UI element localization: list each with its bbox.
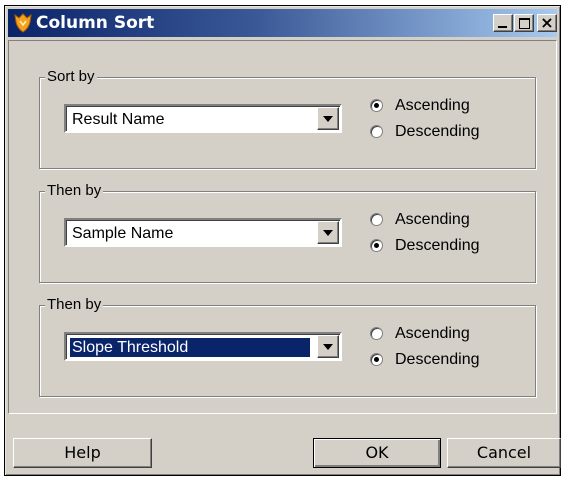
radio-dot [374,243,379,248]
radio-circle [370,99,383,112]
group-label: Then by [45,181,104,201]
radio-circle [370,239,383,252]
radio-dot [374,103,379,108]
app-shield-icon [14,13,32,33]
minimize-icon [498,26,507,28]
close-icon: × [540,13,554,32]
dropdown-button[interactable] [317,335,339,358]
radio-label: Ascending [395,97,470,114]
radio-label: Descending [395,237,480,254]
window-title: Column Sort [36,13,155,33]
dropdown-button[interactable] [317,221,339,244]
sort-group-3: Then by Slope Threshold Ascending Descen… [39,295,536,397]
radio-circle [370,125,383,138]
sort-group-1: Sort by Result Name Ascending Descending [39,67,536,169]
column-select[interactable]: Sample Name [64,218,342,247]
radio-label: Descending [395,123,480,140]
column-select[interactable]: Result Name [64,104,342,133]
selected-column: Result Name [72,111,165,128]
help-button[interactable]: Help [13,438,152,468]
title-bar[interactable]: Column Sort × [8,9,557,37]
maximize-button[interactable] [514,14,534,32]
dialog-client-area: Sort by Result Name Ascending Descending… [8,40,557,414]
radio-label: Ascending [395,325,470,342]
radio-label: Ascending [395,211,470,228]
group-label: Sort by [45,67,97,87]
ok-button[interactable]: OK [313,438,441,468]
dropdown-button[interactable] [317,107,339,130]
selected-column: Slope Threshold [69,337,311,358]
sort-group-2: Then by Sample Name Ascending Descending [39,181,536,283]
close-button[interactable]: × [537,13,557,32]
column-select[interactable]: Slope Threshold [64,332,342,361]
chevron-down-icon [323,116,333,122]
radio-circle [370,213,383,226]
radio-label: Descending [395,351,480,368]
radio-dot [374,357,379,362]
chevron-down-icon [323,230,333,236]
maximize-icon [519,18,530,29]
radio-circle [370,327,383,340]
radio-circle [370,353,383,366]
selected-column: Sample Name [72,225,174,242]
cancel-button[interactable]: Cancel [447,438,561,468]
minimize-button[interactable] [493,14,513,32]
chevron-down-icon [323,344,333,350]
column-sort-dialog: Column Sort × Sort by Result Name Ascend… [4,5,561,476]
group-label: Then by [45,295,104,315]
